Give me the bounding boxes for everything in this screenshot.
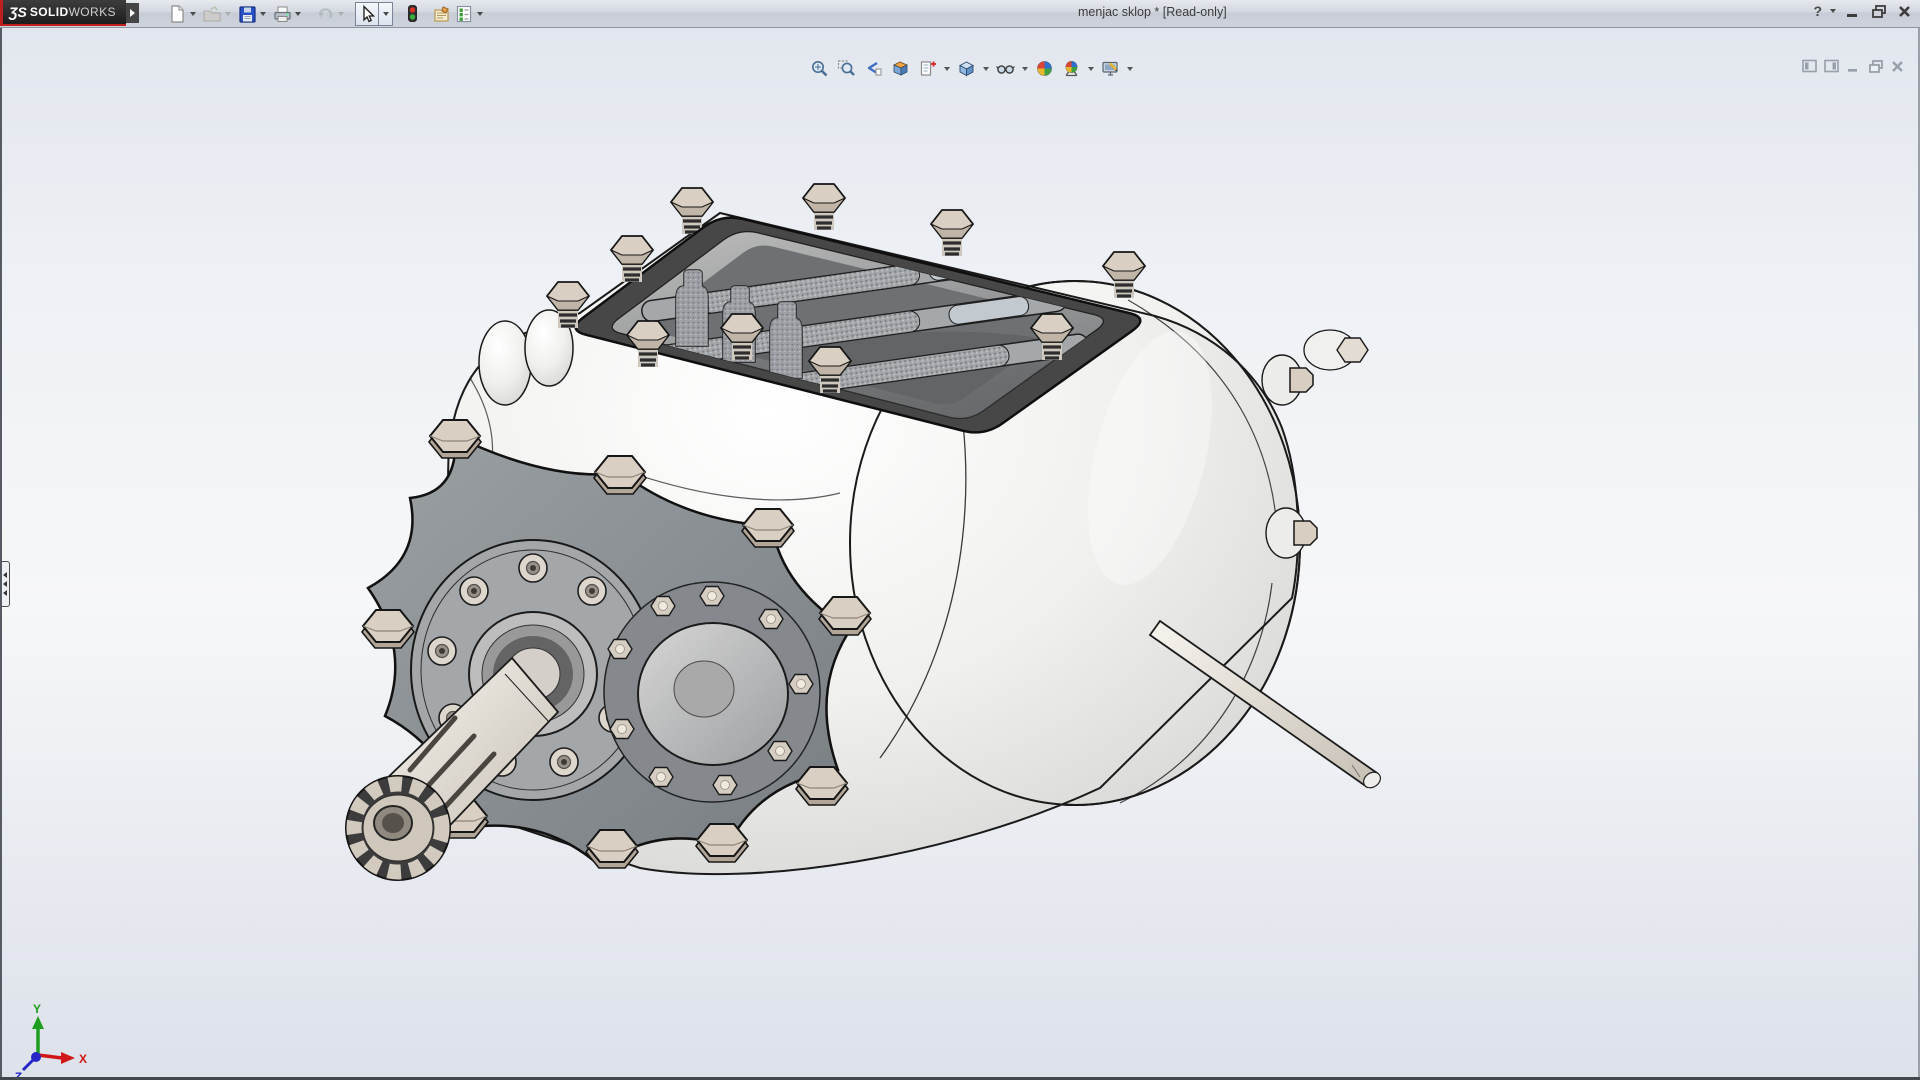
hide-show-items-dropdown[interactable] <box>1022 67 1028 71</box>
apply-scene-icon[interactable] <box>1062 59 1081 78</box>
design-checker-dropdown[interactable] <box>477 12 483 16</box>
side-cover-boss <box>604 582 820 802</box>
restore-document-icon[interactable] <box>1868 59 1884 74</box>
collapse-arrow-icon <box>3 572 7 578</box>
x-axis-label: X <box>79 1052 87 1066</box>
x-axis-arrow <box>61 1052 75 1064</box>
menu-expand-button[interactable] <box>126 3 139 23</box>
undo-dropdown[interactable] <box>338 12 344 16</box>
print-icon[interactable] <box>271 3 293 25</box>
select-cursor-icon <box>356 3 378 25</box>
annotation-views-icon[interactable] <box>918 59 937 78</box>
section-view-icon[interactable] <box>891 59 910 78</box>
heads-up-view-toolbar <box>806 58 1136 79</box>
select-tool-button[interactable] <box>355 2 393 26</box>
restore-window-button[interactable] <box>1870 3 1888 19</box>
solidworks-window: Y X Z <box>0 0 1920 1080</box>
expand-arrow-icon <box>130 9 135 17</box>
traffic-light-icon[interactable] <box>401 3 423 25</box>
edit-appearance-icon[interactable] <box>1035 59 1054 78</box>
apply-scene-dropdown[interactable] <box>1088 67 1094 71</box>
save-dropdown[interactable] <box>260 12 266 16</box>
gearbox-assembly-model[interactable] <box>346 184 1383 880</box>
undo-icon[interactable] <box>314 3 336 25</box>
minimize-document-icon[interactable] <box>1846 59 1862 74</box>
collapse-arrow-icon <box>3 581 7 587</box>
annotation-views-dropdown[interactable] <box>944 67 950 71</box>
help-button[interactable]: ? <box>1813 3 1822 19</box>
document-window-controls <box>1802 59 1906 74</box>
view-orientation-icon[interactable] <box>957 59 976 78</box>
zoom-to-fit-icon[interactable] <box>810 59 829 78</box>
window-controls: ? <box>1813 3 1914 19</box>
comment-note-icon[interactable] <box>431 3 453 25</box>
model-canvas[interactable]: Y X Z <box>0 28 1920 1080</box>
new-document-dropdown[interactable] <box>190 12 196 16</box>
close-window-button[interactable] <box>1896 3 1914 19</box>
zoom-to-area-icon[interactable] <box>837 59 856 78</box>
solidworks-logo: ƷS SOLIDWORKS <box>0 0 126 26</box>
close-document-icon[interactable] <box>1890 59 1906 74</box>
brand-text-solid: SOLID <box>30 5 69 19</box>
view-settings-dropdown[interactable] <box>1127 67 1133 71</box>
title-bar: ƷS SOLIDWORKS <box>0 0 1920 28</box>
window-frame-left <box>0 27 2 1080</box>
collapse-arrow-icon <box>3 590 7 596</box>
open-document-dropdown[interactable] <box>225 12 231 16</box>
viewport[interactable]: Y X Z <box>0 27 1920 1080</box>
y-axis-arrow <box>32 1016 44 1029</box>
main-toolbar <box>166 2 488 25</box>
splined-coupling <box>346 776 450 880</box>
y-axis-label: Y <box>33 1002 41 1016</box>
orientation-triad: Y X Z <box>13 1002 87 1080</box>
new-document-icon[interactable] <box>166 3 188 25</box>
collapse-pane-left-icon[interactable] <box>1802 59 1818 74</box>
open-document-icon[interactable] <box>201 3 223 25</box>
design-checker-icon[interactable] <box>453 3 475 25</box>
view-settings-icon[interactable] <box>1101 59 1120 78</box>
select-tool-dropdown[interactable] <box>378 3 392 25</box>
collapse-pane-right-icon[interactable] <box>1824 59 1840 74</box>
brand-text-works: WORKS <box>69 5 116 19</box>
hide-show-items-icon[interactable] <box>996 59 1015 78</box>
previous-view-icon[interactable] <box>864 59 883 78</box>
view-orientation-dropdown[interactable] <box>983 67 989 71</box>
print-dropdown[interactable] <box>295 12 301 16</box>
solidworks-logo-mark: ƷS <box>9 4 27 20</box>
window-title: menjac sklop * [Read-only] <box>1078 5 1227 19</box>
minimize-window-button[interactable] <box>1844 3 1862 19</box>
help-dropdown[interactable] <box>1830 9 1836 13</box>
save-icon[interactable] <box>236 3 258 25</box>
